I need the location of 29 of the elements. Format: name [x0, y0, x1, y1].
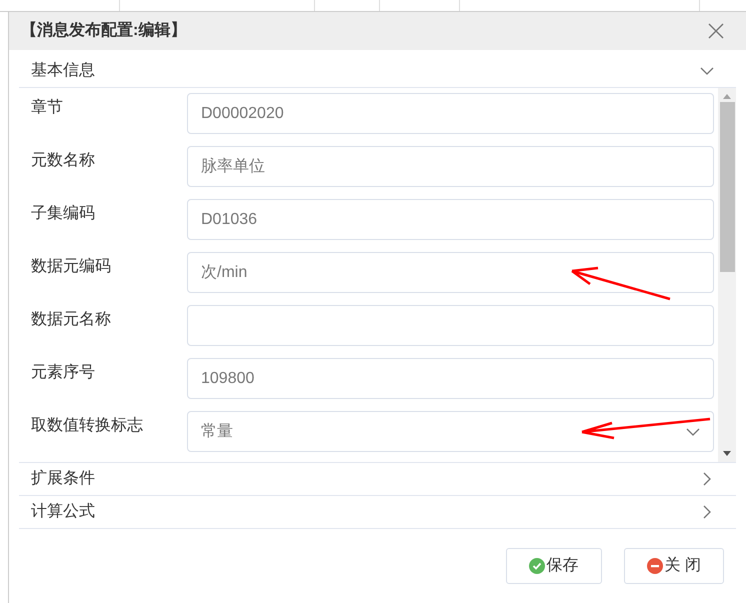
- save-button[interactable]: 保存: [506, 548, 602, 584]
- input-field[interactable]: 脉率单位: [187, 146, 714, 187]
- section-title: 基本信息: [31, 60, 95, 81]
- input-field[interactable]: D01036: [187, 199, 714, 240]
- field-label: 子集编码: [30, 204, 96, 224]
- input-field[interactable]: 次/min: [187, 252, 714, 293]
- section-header[interactable]: 计算公式: [19, 496, 736, 529]
- field-label: 元数名称: [30, 151, 96, 171]
- input-field[interactable]: D00002020: [187, 93, 714, 134]
- minus-circle-icon: [646, 558, 663, 574]
- close-button[interactable]: 关 闭: [624, 548, 724, 584]
- section-title: 扩展条件: [31, 468, 95, 489]
- field-label: 取数值转换标志: [30, 416, 144, 436]
- input-field[interactable]: [187, 305, 714, 346]
- section-header[interactable]: 基本信息: [19, 55, 736, 88]
- field-label: 章节: [30, 98, 64, 118]
- scroll-down-icon[interactable]: [723, 451, 731, 457]
- input-field[interactable]: 109800: [187, 358, 714, 399]
- close-icon[interactable]: [708, 23, 724, 39]
- check-icon: [528, 558, 545, 574]
- section-title: 计算公式: [31, 502, 95, 522]
- select-field[interactable]: 常量: [187, 411, 714, 452]
- scrollbar[interactable]: [718, 88, 736, 462]
- scroll-up-icon[interactable]: [723, 93, 731, 99]
- field-label: 元素序号: [30, 362, 96, 383]
- dialog-title: 【消息发布配置:编辑】: [21, 20, 186, 41]
- field-label: 数据元名称: [30, 310, 112, 330]
- field-label: 数据元编码: [30, 256, 112, 277]
- section-header[interactable]: 扩展条件: [19, 463, 736, 496]
